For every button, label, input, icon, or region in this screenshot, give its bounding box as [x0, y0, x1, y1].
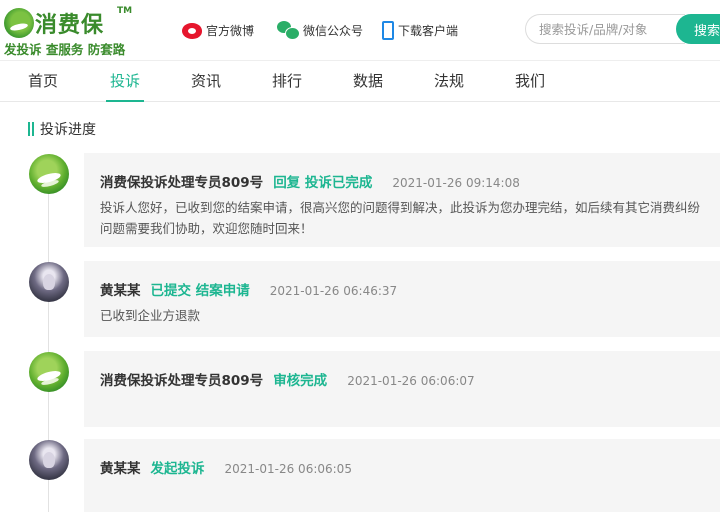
main-nav: 首页 投诉 资讯 排行 数据 法规 我们	[0, 60, 720, 102]
user-avatar	[29, 262, 69, 302]
weibo-link-label: 官方微博	[206, 23, 255, 38]
nav-item-home[interactable]: 首页	[28, 61, 58, 102]
nav-item-laws[interactable]: 法规	[434, 61, 464, 102]
section-marker	[32, 122, 34, 136]
logo-slogan: 发投诉 查服务 防套路	[4, 42, 126, 57]
agent-avatar	[29, 352, 69, 392]
entry-action: 回复 投诉已完成	[273, 175, 373, 191]
nav-item-news[interactable]: 资讯	[191, 61, 221, 102]
search-button[interactable]: 搜索	[676, 14, 720, 44]
weibo-icon	[182, 23, 202, 39]
nav-item-complaints[interactable]: 投诉	[105, 61, 145, 102]
entry-action: 审核完成	[273, 373, 328, 389]
entry-time: 2021-01-26 06:06:05	[224, 462, 352, 476]
entry-author: 消费保投诉处理专员809号	[100, 175, 264, 191]
entry-author: 消费保投诉处理专员809号	[100, 373, 264, 389]
wechat-link-label: 微信公众号	[303, 23, 364, 38]
search-input[interactable]	[525, 14, 685, 44]
site-header: 消费保 TM 发投诉 查服务 防套路 官方微博 微信公众号 下载客户端 搜索	[0, 0, 720, 60]
entry-time: 2021-01-26 06:06:07	[347, 374, 475, 388]
agent-avatar	[29, 154, 69, 194]
logo-mark-icon	[4, 8, 34, 38]
progress-entry: 黄某某 发起投诉 2021-01-26 06:06:05	[84, 439, 720, 512]
entry-time: 2021-01-26 06:46:37	[269, 284, 398, 298]
section-title: 投诉进度	[40, 122, 96, 138]
entry-action: 发起投诉	[150, 461, 205, 477]
entry-time: 2021-01-26 09:14:08	[392, 176, 520, 190]
user-avatar	[29, 440, 69, 480]
logo-tm: TM	[117, 6, 133, 16]
site-logo[interactable]: 消费保 TM 发投诉 查服务 防套路	[4, 4, 134, 57]
wechat-icon	[277, 20, 300, 40]
nav-item-about[interactable]: 我们	[515, 61, 545, 102]
progress-entry: 黄某某 已提交 结案申请 2021-01-26 06:46:37 已收到企业方退…	[84, 261, 720, 337]
nav-item-data[interactable]: 数据	[353, 61, 383, 102]
section-heading: 投诉进度	[28, 119, 96, 139]
download-app-label: 下载客户端	[398, 23, 459, 38]
entry-author: 黄某某	[100, 461, 141, 477]
weibo-link[interactable]: 官方微博	[182, 18, 254, 42]
entry-body: 投诉人您好，已收到您的结案申请，很高兴您的问题得到解决，此投诉为您办理完结，如后…	[100, 200, 701, 236]
logo-name: 消费保	[35, 13, 105, 38]
download-app-link[interactable]: 下载客户端	[382, 18, 458, 42]
nav-item-ranking[interactable]: 排行	[272, 61, 302, 102]
entry-author: 黄某某	[100, 283, 141, 299]
entry-action: 已提交 结案申请	[150, 283, 250, 299]
phone-icon	[382, 20, 394, 40]
progress-entry: 消费保投诉处理专员809号 审核完成 2021-01-26 06:06:07	[84, 351, 720, 427]
progress-entry: 消费保投诉处理专员809号 回复 投诉已完成 2021-01-26 09:14:…	[84, 153, 720, 247]
wechat-link[interactable]: 微信公众号	[277, 18, 363, 42]
entry-body: 已收到企业方退款	[100, 308, 201, 323]
section-marker	[28, 122, 30, 136]
